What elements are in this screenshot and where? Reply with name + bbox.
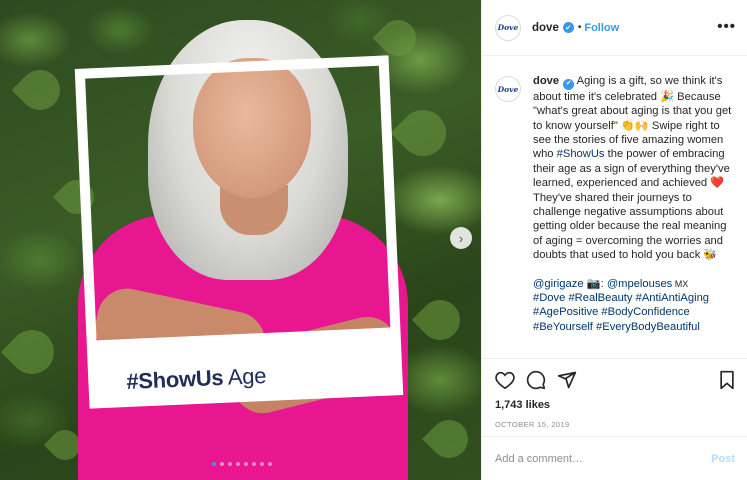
verified-badge-icon: ✔ (563, 78, 575, 90)
post-photo[interactable]: Leticia, Lover of Life, Mexico #ShowUs A… (0, 0, 481, 480)
caption-credits: @girigaze 📷: @mpelouses MX #Dove #RealBe… (533, 277, 735, 335)
hashtag-list[interactable]: #Dove #RealBeauty #AntiAntiAging #AgePos… (533, 292, 709, 333)
next-slide-button[interactable]: › (450, 227, 472, 249)
carousel-dot (244, 462, 248, 466)
country-code: MX (672, 278, 689, 289)
mention-link[interactable]: @girigaze (533, 278, 584, 290)
heart-icon (495, 371, 515, 389)
username-link[interactable]: dove (532, 22, 559, 34)
more-options-icon[interactable]: ••• (717, 18, 736, 35)
mention-link[interactable]: @mpelouses (607, 278, 672, 290)
caption-block: Dove dove ✔ Aging is a gift, so we think … (482, 56, 747, 358)
ivy-leaf (390, 100, 456, 166)
carousel-dot (268, 462, 272, 466)
share-button[interactable] (556, 369, 578, 391)
comment-composer: Post (482, 436, 747, 480)
separator-dot: • (577, 22, 582, 33)
ivy-leaf (11, 61, 69, 119)
post-date[interactable]: OCTOBER 15, 2019 (495, 420, 570, 429)
caption-body: dove ✔ Aging is a gift, so we think it's … (533, 74, 735, 263)
dove-logo: Dove (497, 84, 519, 94)
bookmark-icon (720, 370, 734, 390)
camera-text: 📷: (583, 277, 607, 290)
ivy-leaf (422, 412, 476, 466)
chevron-right-icon: › (458, 230, 464, 246)
carousel-dot (260, 462, 264, 466)
avatar[interactable]: Dove (495, 14, 521, 41)
avatar[interactable]: Dove (495, 76, 521, 102)
save-button[interactable] (716, 369, 738, 391)
dove-logo: Dove (497, 23, 519, 32)
carousel-indicator (212, 462, 272, 466)
post-side-panel: Dove dove ✔ • Follow ••• Dove dove ✔ Agin… (481, 0, 747, 480)
carousel-dot (236, 462, 240, 466)
post-comment-button[interactable]: Post (711, 453, 735, 465)
carousel-dot (228, 462, 232, 466)
caption-text: dove ✔ Aging is a gift, so we think it's … (533, 74, 735, 358)
follow-button[interactable]: Follow (584, 22, 619, 34)
hashtag-link[interactable]: #ShowUs (557, 148, 605, 160)
comment-bubble-icon (526, 370, 546, 390)
polaroid-frame-overlay: Leticia, Lover of Life, Mexico #ShowUs A… (74, 55, 404, 409)
like-button[interactable] (494, 369, 516, 391)
campaign-hashtag-word: Age (222, 362, 267, 390)
carousel-dot (220, 462, 224, 466)
ivy-leaf (411, 291, 469, 349)
comment-button[interactable] (525, 369, 547, 391)
verified-badge-icon: ✔ (562, 22, 574, 33)
like-count[interactable]: 1,743 likes (495, 399, 550, 411)
carousel-dot (212, 462, 216, 466)
caption-body-text: the power of embracing their age as a si… (533, 148, 730, 262)
post-header: Dove dove ✔ • Follow ••• (482, 0, 747, 56)
comment-input[interactable] (495, 452, 712, 465)
campaign-hashtag-bold: #ShowUs (125, 364, 224, 395)
username-link[interactable]: dove (533, 75, 559, 87)
post-actions: 1,743 likes OCTOBER 15, 2019 (482, 358, 747, 448)
paper-plane-icon (557, 371, 577, 389)
ivy-leaf (0, 320, 64, 384)
carousel-dot (252, 462, 256, 466)
